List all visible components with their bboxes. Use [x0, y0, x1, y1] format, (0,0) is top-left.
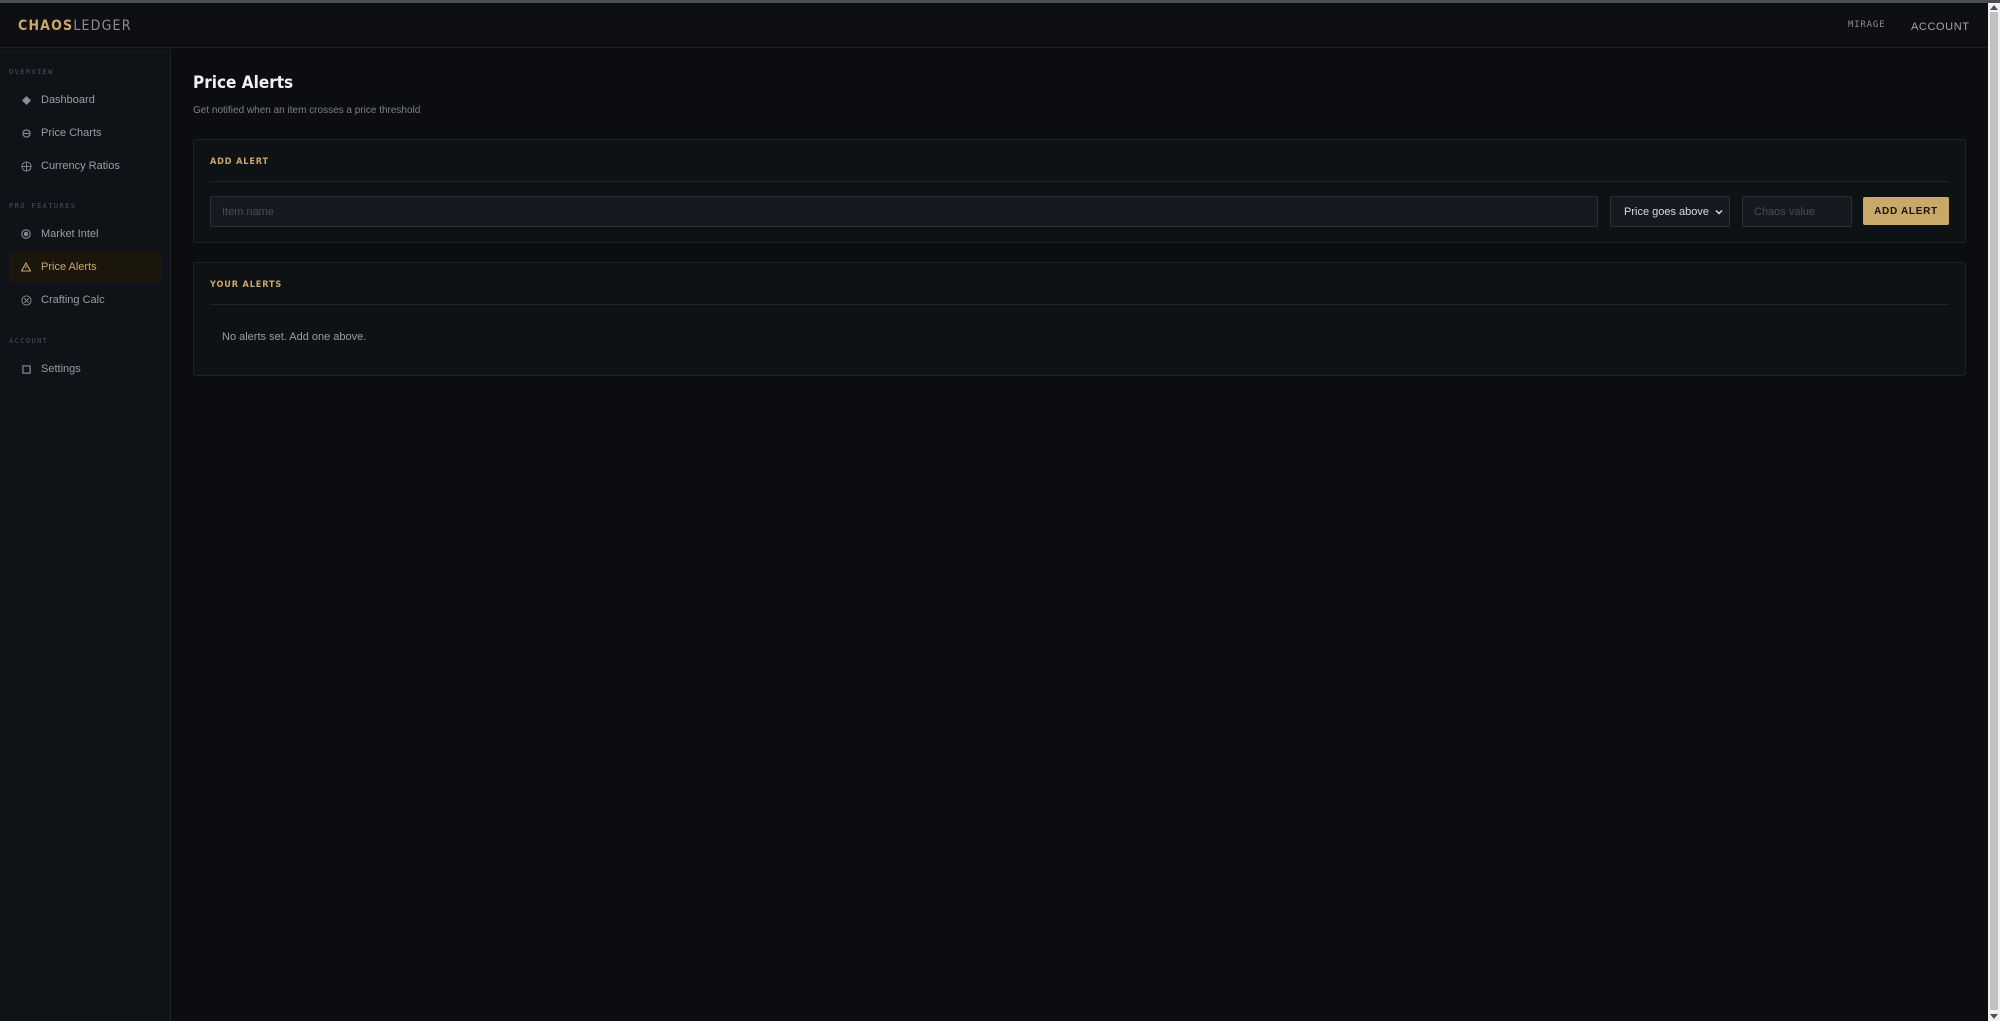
- scroll-thumb[interactable]: [1990, 12, 1998, 1010]
- square-icon: [20, 363, 32, 375]
- your-alerts-title: YOUR ALERTS: [210, 280, 283, 290]
- brand-logo[interactable]: CHAOSLEDGER: [18, 18, 132, 34]
- scroll-up-icon[interactable]: [1990, 5, 1998, 10]
- warning-icon: [20, 261, 32, 273]
- add-alert-card: ADD ALERT Price goes above ADD ALERT: [193, 139, 1966, 243]
- scroll-down-icon[interactable]: [1990, 1014, 1998, 1019]
- brand-logo-part1: CHAOS: [18, 18, 74, 34]
- divider: [210, 181, 1949, 182]
- sidebar-section-pro-features: PRO FEATURES: [9, 202, 77, 210]
- sidebar: OVERVIEW Dashboard Price Charts Currency…: [0, 49, 171, 1021]
- sidebar-item-settings[interactable]: Settings: [9, 354, 162, 384]
- divider: [210, 304, 1949, 305]
- brand-logo-part2: LEDGER: [73, 18, 132, 34]
- account-link[interactable]: ACCOUNT: [1911, 21, 1970, 33]
- sidebar-item-label: Currency Ratios: [41, 160, 120, 172]
- sidebar-item-market-intel[interactable]: Market Intel: [9, 219, 162, 249]
- sidebar-item-dashboard[interactable]: Dashboard: [9, 85, 162, 115]
- empty-state-text: No alerts set. Add one above.: [222, 331, 367, 343]
- sidebar-item-price-alerts[interactable]: Price Alerts: [9, 252, 162, 282]
- league-indicator[interactable]: MIRAGE: [1848, 20, 1885, 30]
- chaos-value-input[interactable]: [1742, 196, 1852, 227]
- add-alert-title: ADD ALERT: [210, 157, 269, 167]
- add-alert-button[interactable]: ADD ALERT: [1863, 197, 1949, 225]
- sidebar-section-account: ACCOUNT: [9, 337, 49, 345]
- sidebar-item-label: Crafting Calc: [41, 294, 105, 306]
- top-header: CHAOSLEDGER MIRAGE ACCOUNT: [0, 3, 1988, 48]
- item-name-input[interactable]: [210, 196, 1598, 227]
- chevron-down-icon: [1715, 207, 1723, 215]
- sidebar-item-price-charts[interactable]: Price Charts: [9, 118, 162, 148]
- condition-select[interactable]: Price goes above: [1610, 196, 1730, 227]
- sidebar-item-crafting-calc[interactable]: Crafting Calc: [9, 285, 162, 315]
- sidebar-item-label: Settings: [41, 363, 81, 375]
- condition-select-value: Price goes above: [1624, 205, 1709, 218]
- target-icon: [20, 228, 32, 240]
- sidebar-item-label: Price Alerts: [41, 261, 97, 273]
- sidebar-item-label: Market Intel: [41, 228, 99, 240]
- sidebar-item-label: Price Charts: [41, 127, 102, 139]
- your-alerts-card: YOUR ALERTS No alerts set. Add one above…: [193, 262, 1966, 376]
- page-title: Price Alerts: [193, 73, 294, 93]
- chart-icon: [20, 127, 32, 139]
- page-scrollbar[interactable]: [1988, 3, 2000, 1021]
- globe-icon: [20, 160, 32, 172]
- sidebar-item-label: Dashboard: [41, 94, 95, 106]
- diamond-icon: [20, 94, 32, 106]
- sidebar-section-overview: OVERVIEW: [9, 68, 54, 76]
- page-subtitle: Get notified when an item crosses a pric…: [193, 105, 421, 116]
- cross-circle-icon: [20, 294, 32, 306]
- sidebar-item-currency-ratios[interactable]: Currency Ratios: [9, 151, 162, 181]
